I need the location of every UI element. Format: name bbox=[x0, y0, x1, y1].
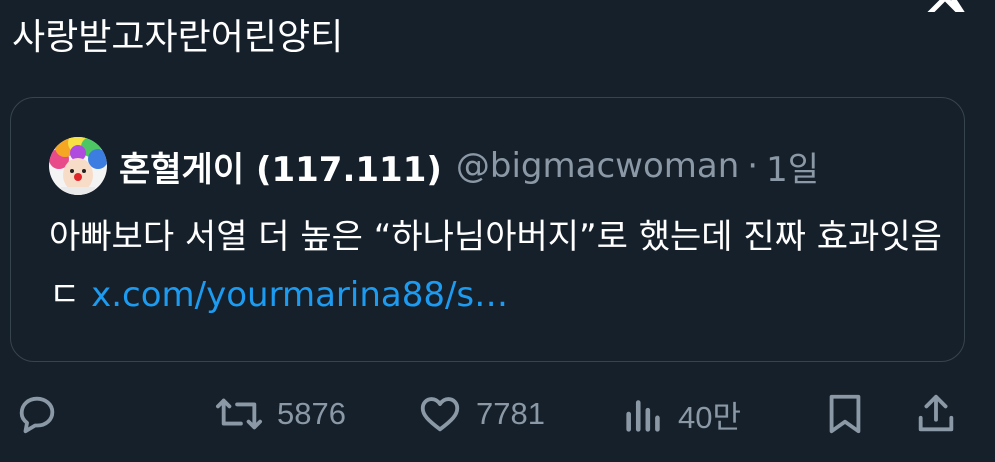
share-icon bbox=[914, 391, 958, 437]
display-name[interactable]: 혼혈게이 (117.111) bbox=[119, 142, 442, 191]
quoted-tweet-header: 혼혈게이 (117.111) @bigmacwoman · 1일 bbox=[49, 136, 944, 196]
tweet-action-bar: 5876 7781 40만 bbox=[0, 386, 995, 442]
retweet-count: 5876 bbox=[277, 396, 346, 431]
reply-icon bbox=[14, 391, 60, 437]
heart-icon bbox=[416, 391, 464, 437]
retweet-icon bbox=[213, 391, 265, 437]
views-icon bbox=[622, 391, 666, 437]
retweet-button[interactable]: 5876 bbox=[213, 386, 346, 442]
quoted-tweet-link[interactable]: x.com/yourmarina88/s… bbox=[91, 275, 508, 315]
bookmark-button[interactable] bbox=[824, 386, 866, 442]
separator-dot: · bbox=[747, 146, 759, 186]
share-button[interactable] bbox=[914, 386, 958, 442]
like-button[interactable]: 7781 bbox=[416, 386, 545, 442]
tweet-text: 사랑받고자란어린양티 bbox=[12, 17, 344, 58]
timestamp[interactable]: 1일 bbox=[766, 142, 819, 191]
bookmark-icon bbox=[824, 391, 866, 437]
avatar[interactable] bbox=[49, 137, 107, 195]
close-icon[interactable] bbox=[923, 0, 967, 16]
quoted-tweet-text: 아빠보다 서열 더 높은 “하나님아버지”로 했는데 진짜 효과잇음 ㄷ x.c… bbox=[49, 208, 949, 324]
like-count: 7781 bbox=[476, 396, 545, 431]
user-handle[interactable]: @bigmacwoman bbox=[456, 146, 739, 186]
views-count: 40만 bbox=[678, 399, 742, 435]
reply-button[interactable] bbox=[14, 386, 60, 442]
views-button[interactable]: 40만 bbox=[622, 386, 741, 442]
quoted-tweet-card[interactable]: 혼혈게이 (117.111) @bigmacwoman · 1일 아빠보다 서열… bbox=[10, 97, 965, 362]
